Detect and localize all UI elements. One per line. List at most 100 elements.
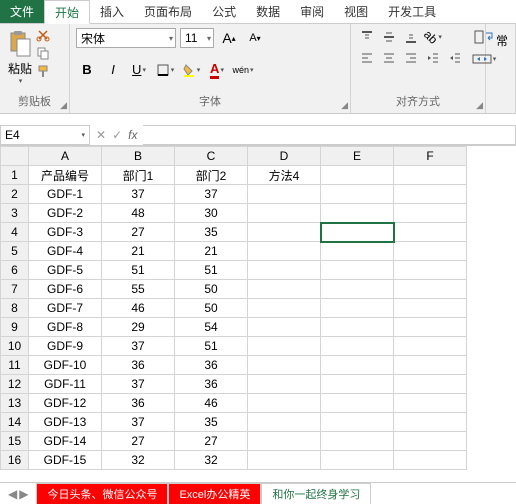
cell[interactable]: [248, 242, 321, 261]
enter-icon[interactable]: ✓: [112, 128, 122, 142]
row-header[interactable]: 8: [1, 299, 29, 318]
cell[interactable]: [321, 413, 394, 432]
cell[interactable]: 55: [102, 280, 175, 299]
column-header[interactable]: E: [321, 147, 394, 166]
cell[interactable]: [321, 242, 394, 261]
cell[interactable]: [321, 375, 394, 394]
grow-font-button[interactable]: A▴: [218, 28, 240, 48]
cell[interactable]: GDF-1: [29, 185, 102, 204]
cell[interactable]: GDF-9: [29, 337, 102, 356]
cell[interactable]: [321, 223, 394, 242]
cell[interactable]: GDF-15: [29, 451, 102, 470]
row-header[interactable]: 9: [1, 318, 29, 337]
cell[interactable]: 部门2: [175, 166, 248, 185]
cell[interactable]: 36: [175, 375, 248, 394]
cell[interactable]: [321, 451, 394, 470]
spreadsheet-grid[interactable]: ABCDEF1产品编号部门1部门2方法42GDF-137373GDF-24830…: [0, 146, 516, 476]
sheet-nav-next-icon[interactable]: ▶: [19, 487, 28, 501]
tab-view[interactable]: 视图: [334, 0, 378, 23]
cell[interactable]: 21: [102, 242, 175, 261]
font-name-select[interactable]: 宋体▾: [76, 28, 176, 48]
cell[interactable]: GDF-10: [29, 356, 102, 375]
row-header[interactable]: 10: [1, 337, 29, 356]
merge-button[interactable]: ▾: [471, 50, 497, 68]
dialog-launcher-icon[interactable]: ◢: [476, 100, 483, 111]
cell[interactable]: 37: [175, 185, 248, 204]
cell[interactable]: 46: [175, 394, 248, 413]
cell[interactable]: 27: [102, 223, 175, 242]
row-header[interactable]: 4: [1, 223, 29, 242]
border-button[interactable]: ▾: [154, 60, 176, 80]
wrap-text-button[interactable]: [471, 28, 497, 46]
cell[interactable]: 50: [175, 299, 248, 318]
cell[interactable]: [321, 166, 394, 185]
paste-button[interactable]: 粘贴 ▾: [6, 28, 34, 85]
cell[interactable]: [394, 185, 467, 204]
cell[interactable]: 36: [102, 356, 175, 375]
column-header[interactable]: D: [248, 147, 321, 166]
dialog-launcher-icon[interactable]: ◢: [341, 100, 348, 111]
column-header[interactable]: B: [102, 147, 175, 166]
cell[interactable]: [248, 375, 321, 394]
column-header[interactable]: F: [394, 147, 467, 166]
cell[interactable]: GDF-5: [29, 261, 102, 280]
cell[interactable]: 36: [175, 356, 248, 375]
cell[interactable]: GDF-6: [29, 280, 102, 299]
cell[interactable]: 37: [102, 413, 175, 432]
cell[interactable]: [394, 356, 467, 375]
cell[interactable]: [394, 318, 467, 337]
cell[interactable]: 部门1: [102, 166, 175, 185]
cell[interactable]: [248, 394, 321, 413]
cell[interactable]: [248, 299, 321, 318]
column-header[interactable]: A: [29, 147, 102, 166]
cell[interactable]: GDF-14: [29, 432, 102, 451]
cell[interactable]: GDF-8: [29, 318, 102, 337]
cell[interactable]: [394, 413, 467, 432]
font-size-select[interactable]: 11▾: [180, 28, 214, 48]
cell[interactable]: [321, 432, 394, 451]
cell[interactable]: 36: [102, 394, 175, 413]
cell[interactable]: [248, 356, 321, 375]
shrink-font-button[interactable]: A▾: [244, 28, 266, 48]
cell[interactable]: [321, 299, 394, 318]
align-center-button[interactable]: [379, 49, 399, 67]
align-left-button[interactable]: [357, 49, 377, 67]
cell[interactable]: 29: [102, 318, 175, 337]
tab-layout[interactable]: 页面布局: [134, 0, 202, 23]
row-header[interactable]: 2: [1, 185, 29, 204]
underline-button[interactable]: U▾: [128, 60, 150, 80]
cell[interactable]: [248, 451, 321, 470]
cell[interactable]: [321, 318, 394, 337]
row-header[interactable]: 7: [1, 280, 29, 299]
cell[interactable]: 48: [102, 204, 175, 223]
cell[interactable]: 27: [175, 432, 248, 451]
decrease-indent-button[interactable]: [423, 49, 443, 67]
sheet-tab-3[interactable]: 和你一起终身学习: [261, 483, 371, 504]
formula-bar[interactable]: [143, 125, 516, 145]
cell[interactable]: 50: [175, 280, 248, 299]
cell[interactable]: GDF-4: [29, 242, 102, 261]
cell[interactable]: GDF-2: [29, 204, 102, 223]
cancel-icon[interactable]: ✕: [96, 128, 106, 142]
cell[interactable]: 51: [175, 337, 248, 356]
cell[interactable]: [248, 261, 321, 280]
cell[interactable]: 30: [175, 204, 248, 223]
cell[interactable]: [321, 204, 394, 223]
cell[interactable]: [321, 356, 394, 375]
cell[interactable]: 产品编号: [29, 166, 102, 185]
cell[interactable]: [394, 204, 467, 223]
row-header[interactable]: 11: [1, 356, 29, 375]
cell[interactable]: [248, 318, 321, 337]
phonetic-button[interactable]: wén▾: [232, 60, 254, 80]
cell[interactable]: 37: [102, 185, 175, 204]
cell[interactable]: 35: [175, 413, 248, 432]
tab-data[interactable]: 数据: [246, 0, 290, 23]
cell[interactable]: 37: [102, 375, 175, 394]
tab-insert[interactable]: 插入: [90, 0, 134, 23]
cell[interactable]: [321, 185, 394, 204]
cell[interactable]: GDF-7: [29, 299, 102, 318]
cell[interactable]: [321, 280, 394, 299]
row-header[interactable]: 5: [1, 242, 29, 261]
sheet-tab-2[interactable]: Excel办公精英: [168, 483, 261, 504]
align-top-button[interactable]: [357, 28, 377, 46]
